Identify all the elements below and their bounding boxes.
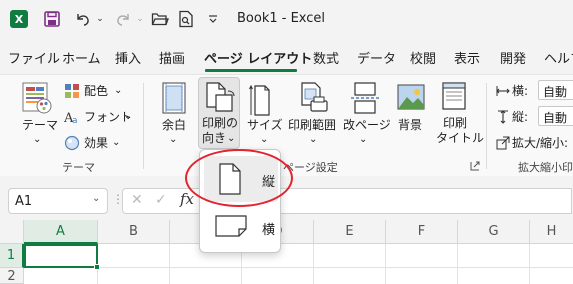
size-icon[interactable] bbox=[248, 83, 274, 120]
gridline bbox=[385, 244, 386, 284]
landscape-label: 横 bbox=[262, 223, 276, 238]
orientation-icon[interactable] bbox=[204, 81, 236, 116]
column-header[interactable]: A bbox=[24, 220, 98, 244]
save-icon[interactable] bbox=[42, 9, 62, 29]
landscape-page-icon bbox=[214, 214, 248, 241]
active-cell-a1[interactable] bbox=[24, 244, 98, 268]
background-icon[interactable] bbox=[396, 83, 426, 116]
orientation-label-line1[interactable]: 印刷の bbox=[202, 116, 238, 131]
print-area-dropdown-icon[interactable]: ⌄ bbox=[309, 132, 317, 147]
scale-icon bbox=[496, 136, 510, 153]
gridline bbox=[529, 244, 530, 284]
fonts-dropdown-icon[interactable]: ⌄ bbox=[124, 109, 132, 124]
themes-icon[interactable] bbox=[20, 81, 54, 118]
tab-view[interactable]: 表示 bbox=[454, 48, 480, 67]
height-label: 縦: bbox=[512, 110, 529, 124]
themes-label[interactable]: テーマ bbox=[22, 118, 58, 133]
svg-text:a: a bbox=[72, 116, 78, 125]
column-header[interactable]: F bbox=[386, 220, 458, 244]
active-tab-indicator bbox=[205, 69, 297, 72]
window-title: Book1 - Excel bbox=[237, 11, 326, 26]
tab-formulas[interactable]: 数式 bbox=[313, 48, 339, 67]
column-header[interactable]: E bbox=[314, 220, 386, 244]
size-dropdown-icon[interactable]: ⌄ bbox=[260, 132, 268, 147]
customize-toolbar-icon[interactable] bbox=[206, 9, 220, 29]
width-icon bbox=[496, 84, 510, 101]
print-area-label[interactable]: 印刷範囲 bbox=[288, 118, 336, 133]
undo-icon[interactable] bbox=[72, 9, 94, 29]
theme-group-label: テーマ bbox=[62, 161, 95, 174]
select-all-corner[interactable] bbox=[0, 220, 24, 244]
row-header[interactable]: 1 bbox=[0, 244, 24, 268]
themes-dropdown-icon[interactable]: ⌄ bbox=[33, 132, 41, 147]
effects-dropdown-icon[interactable]: ⌄ bbox=[112, 135, 120, 150]
gridline bbox=[24, 267, 573, 268]
row-header[interactable]: 2 bbox=[0, 268, 24, 284]
tab-page-layout[interactable]: ページ レイアウト bbox=[204, 48, 312, 67]
colors-dropdown-icon[interactable]: ⌄ bbox=[114, 83, 122, 98]
title-bar: X ⌄ ⌄ Book1 - Excel bbox=[0, 0, 573, 38]
column-header[interactable]: B bbox=[98, 220, 170, 244]
undo-dropdown-icon[interactable]: ⌄ bbox=[95, 9, 105, 29]
confirm-entry-icon[interactable]: ✓ bbox=[155, 192, 167, 208]
orientation-label-line2[interactable]: 向き bbox=[202, 131, 226, 146]
size-label[interactable]: サイズ bbox=[247, 118, 283, 133]
cancel-entry-icon[interactable]: ✕ bbox=[131, 192, 143, 208]
name-box-dropdown-icon[interactable]: ⌄ bbox=[92, 193, 100, 204]
gridline bbox=[457, 244, 458, 284]
page-setup-dialog-launcher-icon[interactable] bbox=[470, 160, 480, 174]
height-icon bbox=[496, 110, 510, 127]
tab-home[interactable]: ホーム bbox=[62, 48, 101, 67]
width-select[interactable]: 自動 bbox=[538, 80, 573, 100]
margins-label[interactable]: 余白 bbox=[162, 118, 186, 133]
ribbon-tabs: ファイル ホーム 挿入 描画 ページ レイアウト 数式 データ 校閲 表示 開発… bbox=[0, 48, 573, 72]
print-preview-icon[interactable] bbox=[176, 9, 196, 29]
group-separator bbox=[143, 83, 144, 169]
group-separator bbox=[486, 83, 487, 169]
tab-review[interactable]: 校閲 bbox=[410, 48, 436, 67]
redo-dropdown-icon[interactable]: ⌄ bbox=[135, 9, 145, 29]
print-titles-icon[interactable] bbox=[440, 81, 470, 116]
margins-dropdown-icon[interactable]: ⌄ bbox=[169, 132, 177, 147]
breaks-dropdown-icon[interactable]: ⌄ bbox=[359, 132, 367, 147]
fill-handle[interactable] bbox=[94, 264, 100, 270]
orientation-landscape-item[interactable]: 横 bbox=[204, 204, 278, 250]
column-header[interactable]: H bbox=[530, 220, 573, 244]
gridline bbox=[313, 244, 314, 284]
scale-label: 拡大/縮小: bbox=[512, 136, 569, 150]
fonts-icon[interactable]: Aa bbox=[63, 109, 80, 128]
tab-data[interactable]: データ bbox=[357, 48, 396, 67]
gridline bbox=[169, 244, 170, 284]
effects-icon[interactable] bbox=[64, 135, 80, 154]
worksheet-grid[interactable]: A B C D E F G H 1 2 bbox=[0, 220, 573, 284]
tab-developer[interactable]: 開発 bbox=[500, 48, 526, 67]
effects-label[interactable]: 効果 bbox=[84, 136, 108, 151]
open-folder-icon[interactable] bbox=[150, 9, 170, 29]
tab-help[interactable]: ヘルプ bbox=[544, 48, 573, 67]
tab-insert[interactable]: 挿入 bbox=[115, 48, 141, 67]
print-titles-label-line2[interactable]: タイトル bbox=[436, 131, 484, 146]
background-label[interactable]: 背景 bbox=[398, 118, 422, 133]
scale-group-label: 拡大縮小印 bbox=[518, 161, 573, 174]
ribbon: テーマ ⌄ 配色 ⌄ Aa フォント ⌄ 効果 ⌄ テーマ 余白 ⌄ 印刷の 向… bbox=[0, 74, 573, 176]
print-area-icon[interactable] bbox=[298, 81, 330, 118]
breaks-label[interactable]: 改ページ bbox=[343, 118, 391, 133]
column-header[interactable]: G bbox=[458, 220, 530, 244]
orientation-dropdown-icon[interactable]: ⌄ bbox=[227, 131, 235, 146]
colors-label[interactable]: 配色 bbox=[84, 84, 108, 99]
print-titles-label-line1[interactable]: 印刷 bbox=[443, 116, 467, 131]
redo-icon[interactable] bbox=[112, 9, 134, 29]
breaks-icon[interactable] bbox=[350, 81, 380, 118]
tab-draw[interactable]: 描画 bbox=[159, 48, 185, 67]
tab-file[interactable]: ファイル bbox=[8, 48, 60, 67]
width-label: 横: bbox=[512, 84, 529, 98]
highlight-ellipse bbox=[185, 149, 293, 207]
margins-icon[interactable] bbox=[160, 81, 188, 118]
height-select[interactable]: 自動 bbox=[538, 106, 573, 126]
excel-logo-icon: X bbox=[10, 10, 28, 28]
colors-icon[interactable] bbox=[64, 83, 80, 102]
